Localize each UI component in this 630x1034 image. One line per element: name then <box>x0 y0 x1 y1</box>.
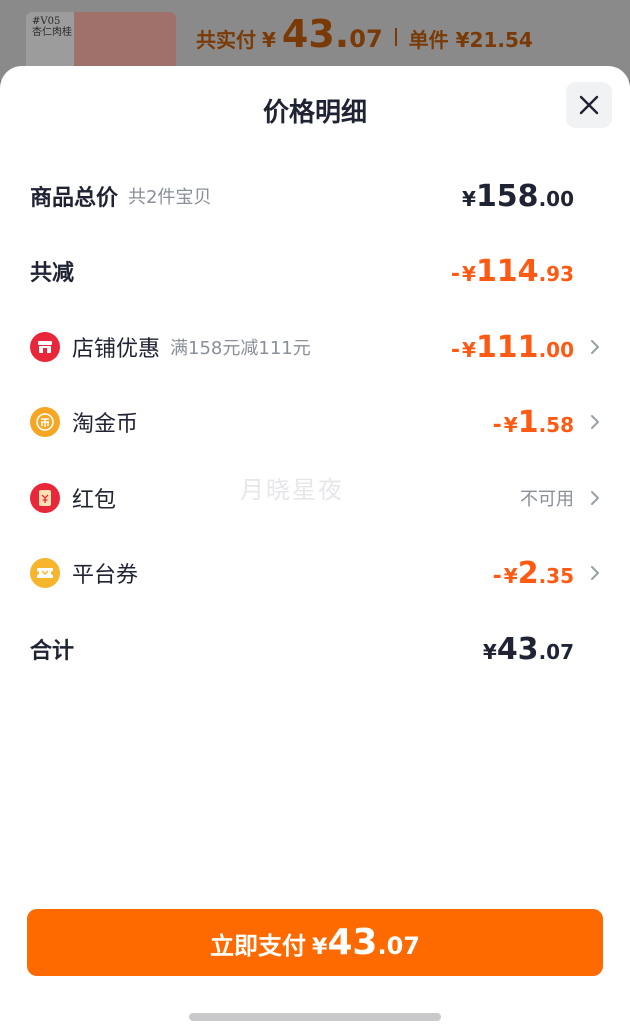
page: #V05 杏仁肉桂 共实付 ¥ 43. 07 单件 ¥21.54 价格明细 商品… <box>0 0 630 1034</box>
platform-coupon-sign: - <box>492 563 502 589</box>
sheet-title: 价格明细 <box>262 98 367 128</box>
ticket-icon <box>30 558 60 588</box>
red-packet-icon <box>30 483 60 513</box>
chevron-right-icon <box>574 334 600 360</box>
total-amount: ¥ 43 .07 <box>483 632 574 667</box>
shop-coupon-sign: - <box>450 337 461 363</box>
row-subtotal: 商品总价 共2件宝贝 ¥ 158 .00 <box>30 176 600 216</box>
gold-coin-sign: - <box>492 412 502 438</box>
gold-coin-int: 1 <box>517 404 539 440</box>
subtotal-currency: ¥ <box>462 186 476 211</box>
shop-coupon-condition: 满158元减111元 <box>170 338 311 359</box>
price-detail-sheet: 价格明细 商品总价 共2件宝贝 ¥ 158 .00 共减 - ¥ 114 .93… <box>0 66 630 1034</box>
close-icon <box>579 95 599 115</box>
unit-price: 单件 ¥21.54 <box>408 28 533 52</box>
total-label: 合计 <box>30 639 75 664</box>
red-packet-label: 红包 <box>72 488 117 513</box>
total-paid-int: 43. <box>281 12 350 56</box>
shop-coupon-dec: .00 <box>538 337 574 362</box>
subtotal-dec: .00 <box>538 186 574 211</box>
shop-coupon-int: 111 <box>475 329 539 365</box>
chevron-right-icon <box>574 409 600 435</box>
row-gold-coin[interactable]: 淘金币 - ¥ 1 .58 <box>30 402 600 442</box>
total-int: 43 <box>496 631 539 667</box>
close-button[interactable] <box>566 82 612 128</box>
pay-now-int: 43 <box>327 922 378 963</box>
gold-coin-amount: - ¥ 1 .58 <box>493 405 574 440</box>
platform-coupon-amount: - ¥ 2 .35 <box>493 556 574 591</box>
row-shop-coupon[interactable]: 店铺优惠 满158元减111元 - ¥ 111 .00 <box>30 327 600 367</box>
order-total-summary: 共实付 ¥ 43. 07 单件 ¥21.54 <box>196 12 533 62</box>
pay-now-label: 立即支付 <box>210 932 307 960</box>
row-total-discount: 共减 - ¥ 114 .93 <box>30 251 600 291</box>
coin-icon <box>30 407 60 437</box>
shop-coupon-amount: - ¥ 111 .00 <box>451 330 574 365</box>
pay-now-currency: ¥ <box>312 935 328 960</box>
total-discount-sign: - <box>450 261 461 287</box>
chevron-right-icon <box>574 485 600 511</box>
total-dec: .07 <box>538 639 574 664</box>
shop-coupon-label: 店铺优惠 <box>72 337 161 362</box>
platform-coupon-int: 2 <box>517 555 539 591</box>
subtotal-item-count: 共2件宝贝 <box>128 187 212 208</box>
pay-now-dec: .07 <box>377 932 420 960</box>
total-paid-label: 共实付 <box>196 28 256 52</box>
summary-divider <box>394 28 397 46</box>
row-total: 合计 ¥ 43 .07 <box>30 629 600 669</box>
total-discount-amount: - ¥ 114 .93 <box>451 254 574 289</box>
shop-icon <box>30 332 60 362</box>
subtotal-label: 商品总价 <box>30 186 119 211</box>
product-thumbnail: #V05 杏仁肉桂 <box>26 12 176 72</box>
subtotal-amount: ¥ 158 .00 <box>462 179 574 214</box>
platform-coupon-currency: ¥ <box>503 563 518 588</box>
chevron-right-icon <box>574 560 600 586</box>
product-photo <box>74 12 176 72</box>
total-discount-label: 共减 <box>30 261 75 286</box>
total-discount-int: 114 <box>475 253 539 289</box>
subtotal-int: 158 <box>475 178 539 214</box>
red-packet-status: 不可用 <box>520 489 574 510</box>
platform-coupon-dec: .35 <box>538 563 574 588</box>
total-discount-currency: ¥ <box>462 261 476 286</box>
watermark: 月晓星夜 <box>240 476 344 504</box>
shop-coupon-currency: ¥ <box>462 337 476 362</box>
gold-coin-label: 淘金币 <box>72 412 139 437</box>
total-paid-currency: ¥ <box>262 28 276 52</box>
home-indicator <box>189 1013 441 1021</box>
total-discount-dec: .93 <box>538 261 574 286</box>
gold-coin-currency: ¥ <box>503 412 518 437</box>
gold-coin-dec: .58 <box>538 412 574 437</box>
product-thumbnail-tag: #V05 杏仁肉桂 <box>32 16 72 38</box>
platform-coupon-label: 平台券 <box>72 563 139 588</box>
pay-now-button[interactable]: 立即支付 ¥ 43 .07 <box>27 909 603 976</box>
total-currency: ¥ <box>482 639 497 664</box>
total-paid-dec: 07 <box>349 25 383 53</box>
row-platform-coupon[interactable]: 平台券 - ¥ 2 .35 <box>30 553 600 593</box>
